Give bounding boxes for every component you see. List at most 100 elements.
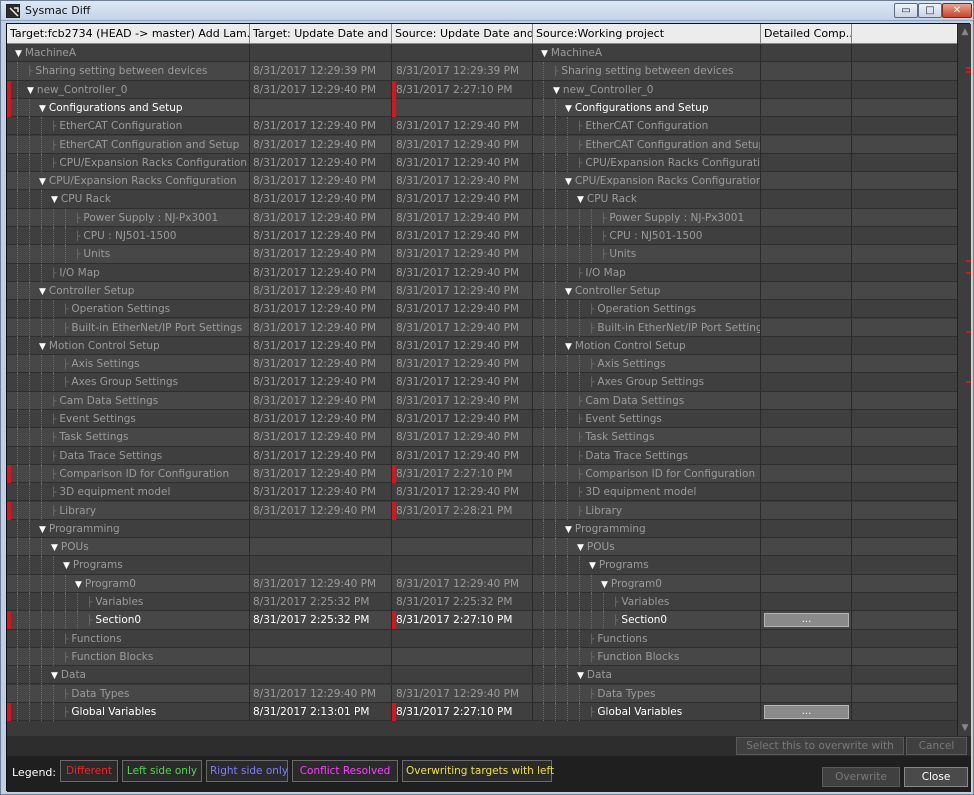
expand-arrow-icon[interactable]: ▼ [39,287,46,297]
source-tree-cell[interactable]: ├ Function Blocks [533,647,761,666]
target-tree-cell[interactable]: ├ Task Settings [7,428,250,447]
source-tree-cell[interactable]: ▼ CPU Rack [533,190,761,209]
target-tree-cell[interactable]: ▼ Configurations and Setup [7,98,250,117]
target-tree-cell[interactable]: ▼ MachineA [7,44,250,62]
tree-node[interactable]: ├ Power Supply : NJ-Px3001 [601,209,744,227]
tree-node[interactable]: ▼ Motion Control Setup [39,337,160,355]
source-tree-cell[interactable]: ├ Variables [533,593,761,611]
tree-node[interactable]: ├ Data Types [589,685,655,703]
table-row[interactable]: ├ Functions ├ Functions [7,629,957,648]
tree-node[interactable]: ├ Functions [589,630,648,648]
tree-node[interactable]: ├ Task Settings [51,428,129,446]
target-tree-cell[interactable]: ├ Axis Settings [7,355,250,374]
tree-node[interactable]: ├ Cam Data Settings [577,392,684,410]
tree-node[interactable]: ▼ Motion Control Setup [565,337,686,355]
tree-node[interactable]: ├ Variables [613,593,669,611]
table-row[interactable]: ├ Data Types 8/31/2017 12:29:40 PM 8/31/201… [7,684,957,703]
expand-arrow-icon[interactable]: ▼ [39,525,46,535]
tree-node[interactable]: ▼ Programs [589,556,649,574]
detail-compare-button[interactable]: ... [764,613,849,628]
target-tree-cell[interactable]: ▼ POUs [7,538,250,557]
table-row[interactable]: ├ Axes Group Settings 8/31/2017 12:29:40 P… [7,373,957,392]
source-tree-cell[interactable]: ▼ Controller Setup [533,281,761,300]
tree-node[interactable]: ▼ Programming [39,520,120,538]
tree-node[interactable]: ├ Task Settings [577,428,655,446]
expand-arrow-icon[interactable]: ▼ [27,86,34,96]
expand-arrow-icon[interactable]: ▼ [39,342,46,352]
maximize-button[interactable]: □ [918,3,942,18]
overwrite-with-left-button[interactable]: Select this to overwrite with left [736,737,904,768]
expand-arrow-icon[interactable]: ▼ [39,104,46,114]
tree-node[interactable]: ├ Power Supply : NJ-Px3001 [75,209,218,227]
source-tree-cell[interactable]: ├ Axis Settings [533,355,761,374]
source-tree-cell[interactable]: ├ Data Types [533,684,761,703]
source-tree-cell[interactable]: ├ Task Settings [533,428,761,447]
target-tree-cell[interactable]: ├ Function Blocks [7,647,250,666]
table-row[interactable]: ▼ Controller Setup 8/31/2017 12:29:40 PM 8/… [7,281,957,301]
target-tree-cell[interactable]: ▼ CPU Rack [7,190,250,209]
source-tree-cell[interactable]: ├ Axes Group Settings [533,373,761,392]
table-row[interactable]: ├ Axis Settings 8/31/2017 12:29:40 PM 8/31/… [7,355,957,374]
tree-node[interactable]: ├ Data Trace Settings [577,447,688,465]
source-tree-cell[interactable]: ▼ MachineA [533,44,761,62]
tree-node[interactable]: ▼ POUs [577,538,615,556]
target-tree-cell[interactable]: ├ Variables [7,593,250,611]
target-tree-cell[interactable]: ├ Axes Group Settings [7,373,250,392]
expand-arrow-icon[interactable]: ▼ [541,49,548,59]
column-header-target[interactable]: Target:fcb2734 (HEAD -> master) Add Lam.… [7,24,250,44]
source-tree-cell[interactable]: ├ CPU : NJ501-1500 [533,227,761,245]
expand-arrow-icon[interactable]: ▼ [565,287,572,297]
table-row[interactable]: ├ Cam Data Settings 8/31/2017 12:29:40 PM 8… [7,391,957,410]
column-header-target-update[interactable]: Target: Update Date and ... [250,24,392,44]
tree-node[interactable]: ▼ Programming [565,520,646,538]
tree-node[interactable]: ├ Data Trace Settings [51,447,162,465]
tree-node[interactable]: ▼ CPU/Expansion Racks Configuration [565,172,760,190]
target-tree-cell[interactable]: ▼ CPU/Expansion Racks Configuration [7,172,250,191]
detail-compare-button[interactable]: ... [764,704,849,719]
table-row[interactable]: ├ Power Supply : NJ-Px3001 8/31/2017 12:29… [7,208,957,227]
tree-node[interactable]: ├ Event Settings [577,410,662,428]
tree-node[interactable]: ├ Section0 [87,611,141,629]
tree-node[interactable]: ├ 3D equipment model [51,483,170,501]
table-row[interactable]: ├ Units 8/31/2017 12:29:40 PM 8/31/2017 12:… [7,245,957,264]
table-row[interactable]: ├ Event Settings 8/31/2017 12:29:40 PM 8/31… [7,410,957,429]
expand-arrow-icon[interactable]: ▼ [565,342,572,352]
tree-node[interactable]: ▼ new_Controller_0 [27,81,127,99]
tree-node[interactable]: ├ Global Variables [63,703,156,721]
source-tree-cell[interactable]: ├ Built-in EtherNet/IP Port Settings [533,318,761,337]
tree-node[interactable]: ├ CPU : NJ501-1500 [601,227,703,245]
target-tree-cell[interactable]: ├ Cam Data Settings [7,391,250,410]
tree-node[interactable]: ▼ new_Controller_0 [553,81,653,99]
tree-node[interactable]: ├ EtherCAT Configuration [577,117,708,135]
expand-arrow-icon[interactable]: ▼ [589,561,596,571]
tree-node[interactable]: ▼ Data [577,666,612,684]
target-tree-cell[interactable]: ├ Built-in EtherNet/IP Port Settings [7,318,250,337]
target-tree-cell[interactable]: ├ CPU/Expansion Racks Configuration [7,153,250,172]
source-tree-cell[interactable]: ├ 3D equipment model [533,483,761,502]
tree-node[interactable]: ├ Global Variables [589,703,682,721]
source-tree-cell[interactable]: ▼ Configurations and Setup [533,98,761,117]
tree-node[interactable]: ├ Axes Group Settings [589,373,704,391]
tree-node[interactable]: ├ Event Settings [51,410,136,428]
expand-arrow-icon[interactable]: ▼ [63,561,70,571]
expand-arrow-icon[interactable]: ▼ [553,86,560,96]
expand-arrow-icon[interactable]: ▼ [577,671,584,681]
target-tree-cell[interactable]: ├ Data Types [7,684,250,703]
overwrite-button[interactable]: Overwrite [822,767,900,787]
target-tree-cell[interactable]: ├ 3D equipment model [7,483,250,502]
expand-arrow-icon[interactable]: ▼ [39,177,46,187]
tree-node[interactable]: ▼ Program0 [75,575,136,593]
tree-node[interactable]: ▼ Programs [63,556,123,574]
table-row[interactable]: ▼ Program0 8/31/2017 12:29:40 PM 8/31/2017 … [7,574,957,593]
expand-arrow-icon[interactable]: ▼ [75,580,82,590]
target-tree-cell[interactable]: ├ Functions [7,629,250,648]
source-tree-cell[interactable]: ├ Event Settings [533,410,761,428]
target-tree-cell[interactable]: ├ Sharing setting between devices [7,62,250,81]
tree-node[interactable]: ▼ CPU Rack [51,190,111,208]
expand-arrow-icon[interactable]: ▼ [565,177,572,187]
source-tree-cell[interactable]: ▼ Programs [533,556,761,575]
tree-node[interactable]: ├ Built-in EtherNet/IP Port Settings [63,319,242,337]
source-tree-cell[interactable]: ├ Power Supply : NJ-Px3001 [533,208,761,227]
column-header-source-update[interactable]: Source: Update Date and ... [392,24,533,44]
target-tree-cell[interactable]: ├ Section0 [7,611,250,630]
